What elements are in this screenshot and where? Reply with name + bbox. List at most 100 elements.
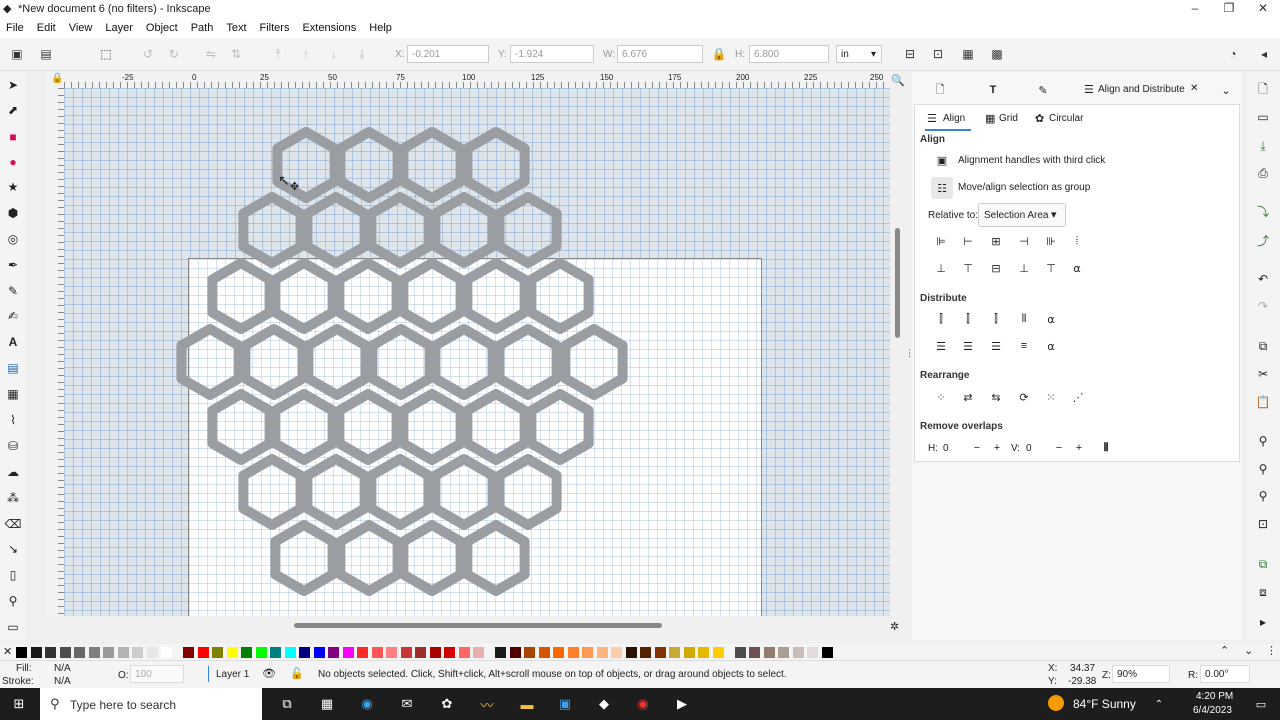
palette-swatch[interactable] [778, 647, 789, 658]
rotate-ccw-icon[interactable]: ↺ [140, 46, 156, 62]
taskbar-search-box[interactable]: ⚲ Type here to search [40, 688, 262, 720]
vertical-ruler[interactable] [46, 88, 65, 616]
app-icon[interactable]: ✿ [438, 696, 456, 712]
flip-vertical-icon[interactable]: ⇅ [228, 46, 244, 62]
menu-edit[interactable]: Edit [31, 22, 63, 34]
menu-path[interactable]: Path [185, 22, 221, 34]
hexagon-cell[interactable] [430, 324, 498, 400]
palette-swatch[interactable] [161, 647, 172, 658]
rotation-field[interactable]: 0.00° [1200, 665, 1250, 683]
open-document-icon[interactable]: ▭ [1255, 109, 1271, 125]
palette-swatch[interactable] [734, 647, 746, 658]
commands-icon[interactable]: ◔ [1225, 46, 1241, 62]
distribute-right-edges-icon[interactable]: ⫿ [988, 311, 1004, 327]
distribute-gaps-h-icon[interactable]: ⫴ [1016, 311, 1032, 327]
raise-to-top-icon[interactable]: ⤒ [270, 46, 286, 62]
honeycomb-drawing[interactable] [64, 88, 890, 616]
hexagon-cell[interactable] [335, 520, 403, 596]
align-left-to-right-icon[interactable]: ⊪ [1043, 233, 1059, 249]
palette-swatch[interactable] [212, 647, 223, 658]
move-gradients-icon[interactable]: ▦ [960, 46, 976, 62]
palette-swatch[interactable] [749, 647, 760, 658]
menu-help[interactable]: Help [363, 22, 399, 34]
align-baselines-icon[interactable]: ⍺ [1069, 260, 1085, 276]
palette-swatch[interactable] [183, 647, 194, 658]
mail-icon[interactable]: ✉ [398, 696, 416, 712]
calligraphy-tool-icon[interactable]: ✍ [5, 308, 21, 324]
tab-align-and-distribute[interactable]: ☰ Align and Distribute ✕ [1074, 72, 1210, 106]
hexagon-cell[interactable] [398, 389, 466, 465]
palette-swatch[interactable] [611, 647, 622, 658]
layer-visibility-eye-icon[interactable]: 👁 [262, 667, 276, 680]
text-tool-icon[interactable]: A [5, 334, 21, 350]
zoom-drawing-icon[interactable]: ⚲ [1255, 461, 1271, 477]
hexagon-cell[interactable] [430, 192, 498, 268]
palette-swatch[interactable] [371, 647, 383, 658]
camera-app-icon[interactable]: ◉ [634, 696, 652, 712]
palette-swatch[interactable] [698, 647, 709, 658]
fill-stroke-tab-icon[interactable]: ✎ [1035, 82, 1051, 98]
spray-tool-icon[interactable]: ⁂ [5, 490, 21, 506]
hexagon-cell[interactable] [270, 520, 338, 596]
menu-object[interactable]: Object [140, 22, 185, 34]
close-tab-icon[interactable]: ✕ [1190, 83, 1198, 94]
h-gap-increment-icon[interactable]: + [989, 440, 1005, 456]
hexagon-cell[interactable] [240, 324, 308, 400]
randomize-centers-icon[interactable]: ⁙ [1043, 389, 1059, 405]
hexagon-cell[interactable] [494, 454, 562, 530]
3d-box-tool-icon[interactable]: ⬢ [5, 205, 21, 221]
hexagon-cell[interactable] [560, 324, 628, 400]
palette-swatch[interactable] [357, 647, 368, 658]
raise-icon[interactable]: ↑ [298, 46, 314, 62]
layer-name[interactable]: Layer 1 [216, 669, 249, 680]
lock-guides-icon[interactable]: 🔒 [51, 73, 63, 84]
copy-icon[interactable]: ⧉ [1255, 338, 1271, 354]
zoom-correction-icon[interactable]: 🔍 [891, 74, 905, 87]
x-field[interactable]: -0.201 [407, 45, 489, 63]
hexagon-cell[interactable] [526, 258, 594, 334]
dock-menu-chevron-icon[interactable]: ⌄ [1218, 82, 1234, 98]
palette-swatch[interactable] [509, 647, 521, 658]
hexagon-cell[interactable] [334, 258, 402, 334]
more-commands-arrow-icon[interactable]: ▸ [1255, 614, 1271, 630]
clock-time[interactable]: 4:20 PM [1196, 691, 1233, 702]
flip-horizontal-icon[interactable]: ⇋ [203, 46, 219, 62]
microsoft-store-icon[interactable]: ▦ [318, 696, 336, 712]
overflow-arrow-icon[interactable]: ◂ [1256, 46, 1272, 62]
rearrange-graph-icon[interactable]: ⁘ [933, 389, 949, 405]
palette-swatch[interactable] [567, 647, 579, 658]
unclump-icon[interactable]: ⋰ [1070, 389, 1086, 405]
palette-swatch[interactable] [538, 647, 550, 658]
palette-swatch[interactable] [712, 647, 724, 658]
zoom-center-icon[interactable]: ⊡ [1255, 516, 1271, 532]
palette-swatch[interactable] [524, 647, 535, 658]
scale-corners-icon[interactable]: ⊡ [930, 46, 946, 62]
v-gap-increment-icon[interactable]: + [1071, 440, 1087, 456]
color-management-icon[interactable]: ✲ [890, 620, 899, 633]
palette-swatch[interactable] [669, 647, 680, 658]
lower-to-bottom-icon[interactable]: ⤓ [354, 46, 370, 62]
minimize-button[interactable]: – [1178, 0, 1212, 18]
hexagon-cell[interactable] [207, 258, 275, 334]
connector-tool-icon[interactable]: ↘ [5, 541, 21, 557]
palette-swatch[interactable] [582, 647, 593, 658]
relative-to-select[interactable]: Selection Area ▾ [978, 203, 1066, 227]
select-all-icon[interactable]: ▣ [9, 46, 25, 62]
cut-icon[interactable]: ✂ [1255, 366, 1271, 382]
align-bottom-to-top-icon[interactable]: ⊥ [933, 260, 949, 276]
move-patterns-icon[interactable]: ▩ [989, 46, 1005, 62]
palette-swatch[interactable] [45, 647, 56, 658]
scale-stroke-icon[interactable]: ⊟ [902, 46, 918, 62]
edge-browser-icon[interactable]: ◉ [358, 696, 376, 712]
palette-swatch[interactable] [625, 647, 637, 658]
pages-tool-icon[interactable]: ▯ [5, 567, 21, 583]
distribute-baselines-v-icon[interactable]: ⍺ [1043, 338, 1059, 354]
tweak-tool-icon[interactable]: ☁ [5, 464, 21, 480]
align-text-anchors-icon[interactable]: ⦙ [1069, 233, 1085, 249]
distribute-top-edges-icon[interactable]: ☰ [933, 338, 949, 354]
canvas[interactable]: ↖ ✥ [64, 88, 890, 616]
h-field[interactable]: 6.800 [749, 45, 829, 63]
distribute-gaps-v-icon[interactable]: ≡ [1016, 338, 1032, 354]
clone-icon[interactable]: ⧈ [1255, 584, 1271, 600]
hexagon-cell[interactable] [462, 389, 530, 465]
